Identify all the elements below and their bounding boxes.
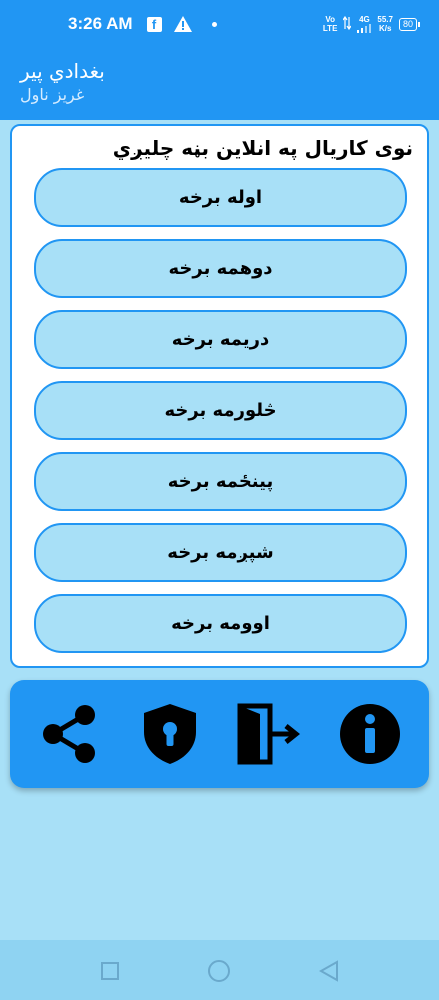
- exit-door-icon: [237, 703, 300, 765]
- net-speed-unit: K/s: [378, 24, 392, 33]
- status-bar: 3:26 AM f Vo LTE 4G 55.7 K/s 80: [0, 0, 439, 48]
- volte-top-text: Vo: [325, 15, 335, 24]
- back-button[interactable]: [316, 958, 342, 984]
- net-speed: 55.7 K/s: [377, 15, 393, 33]
- net-speed-value: 55.7: [377, 15, 393, 24]
- facebook-notification-icon: f: [146, 16, 162, 32]
- app-bar: بغدادي پير غریز ناول: [0, 48, 439, 120]
- warning-icon: [173, 16, 192, 32]
- circle-icon: [208, 960, 230, 982]
- part-4-button[interactable]: څلورمه برخه: [34, 381, 407, 440]
- signal-icon: [357, 24, 372, 33]
- home-button[interactable]: [206, 958, 232, 984]
- battery-icon: 80: [398, 17, 421, 31]
- app-subtitle: غریز ناول: [20, 85, 85, 104]
- info-button[interactable]: [336, 700, 404, 768]
- volte-indicator: Vo LTE: [323, 15, 338, 33]
- network-indicator: 4G: [357, 15, 372, 33]
- app-title: بغدادي پير: [20, 59, 105, 83]
- card-heading: نوی کاریال په انلاین بڼه چلیږي: [112, 136, 413, 160]
- info-icon: [340, 704, 400, 764]
- part-3-button[interactable]: دریمه برخه: [34, 310, 407, 369]
- triangle-back-icon: [319, 960, 338, 982]
- parts-card: نوی کاریال په انلاین بڼه چلیږي اوله برخه…: [10, 124, 429, 668]
- recents-button[interactable]: [97, 958, 123, 984]
- share-button[interactable]: [36, 700, 104, 768]
- data-arrows-icon: [342, 15, 352, 32]
- volte-bottom-text: LTE: [322, 24, 338, 33]
- action-bar: [10, 680, 429, 788]
- network-type-text: 4G: [359, 15, 370, 24]
- square-icon: [101, 962, 119, 980]
- exit-button[interactable]: [234, 700, 302, 768]
- part-2-button[interactable]: دوهمه برخه: [34, 239, 407, 298]
- part-6-button[interactable]: شپږمه برخه: [34, 523, 407, 582]
- share-icon: [43, 705, 95, 763]
- status-time: 3:26 AM: [68, 14, 133, 33]
- more-notifications-dot-icon: [211, 21, 217, 27]
- system-nav-bar: [0, 940, 439, 1000]
- status-right: Vo LTE 4G 55.7 K/s 80: [323, 15, 421, 33]
- part-1-button[interactable]: اوله برخه: [34, 168, 407, 227]
- part-5-button[interactable]: پینځمه برخه: [34, 452, 407, 511]
- privacy-policy-button[interactable]: [136, 700, 204, 768]
- shield-lock-icon: [144, 704, 196, 764]
- part-7-button[interactable]: اوومه برخه: [34, 594, 407, 653]
